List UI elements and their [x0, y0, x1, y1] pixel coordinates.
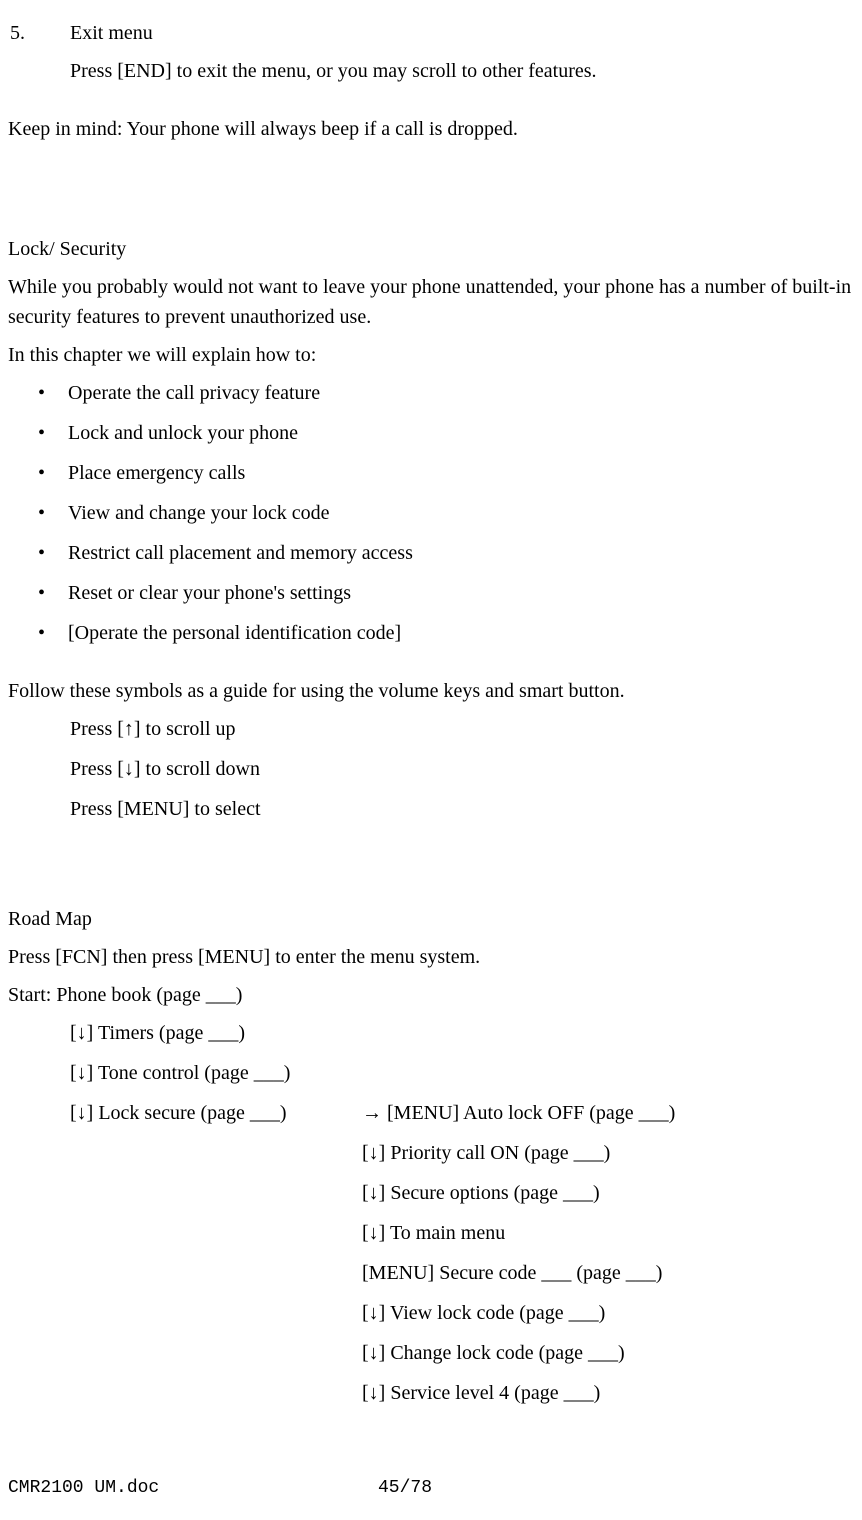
roadmap-instruction: Press [FCN] then press [MENU] to enter t…	[8, 942, 854, 972]
footer-filename: CMR2100 UM.doc	[8, 1475, 378, 1502]
roadmap-right-item: [↓] To main menu	[362, 1218, 854, 1248]
roadmap-heading: Road Map	[8, 904, 854, 934]
bullet-item: Restrict call placement and memory acces…	[8, 538, 854, 568]
keep-in-mind-note: Keep in mind: Your phone will always bee…	[8, 114, 854, 144]
step-title: Exit menu	[70, 18, 854, 48]
roadmap-left-item: [↓] Timers (page ___)	[70, 1018, 854, 1048]
bullet-item: Reset or clear your phone's settings	[8, 578, 854, 608]
step-5: 5. Exit menu Press [END] to exit the men…	[8, 18, 854, 86]
bullet-item: Lock and unlock your phone	[8, 418, 854, 448]
roadmap-left-item: [↓] Tone control (page ___)	[70, 1058, 854, 1088]
lock-security-heading: Lock/ Security	[8, 234, 854, 264]
bullet-item: Place emergency calls	[8, 458, 854, 488]
roadmap-right-item: → [MENU] Auto lock OFF (page ___)	[362, 1098, 854, 1128]
feature-bullet-list: Operate the call privacy feature Lock an…	[8, 378, 854, 648]
symbol-line: Press [↓] to scroll down	[70, 754, 854, 784]
lock-security-explain: In this chapter we will explain how to:	[8, 340, 854, 370]
footer-page-number: 45/78	[378, 1475, 432, 1502]
symbols-guide-list: Press [↑] to scroll up Press [↓] to scro…	[8, 714, 854, 824]
step-number: 5.	[8, 18, 70, 86]
roadmap-start: Start: Phone book (page ___)	[8, 980, 854, 1010]
symbols-guide-intro: Follow these symbols as a guide for usin…	[8, 676, 854, 706]
roadmap-right-item: [↓] View lock code (page ___)	[362, 1298, 854, 1328]
symbol-line: Press [↑] to scroll up	[70, 714, 854, 744]
symbol-line: Press [MENU] to select	[70, 794, 854, 824]
roadmap-right-item: [↓] Secure options (page ___)	[362, 1178, 854, 1208]
roadmap-row: [↓] Lock secure (page ___) → [MENU] Auto…	[70, 1098, 854, 1428]
roadmap-right-column: → [MENU] Auto lock OFF (page ___) [↓] Pr…	[362, 1098, 854, 1418]
roadmap-right-item: [MENU] Secure code ___ (page ___)	[362, 1258, 854, 1288]
bullet-item: View and change your lock code	[8, 498, 854, 528]
roadmap-tree: [↓] Timers (page ___) [↓] Tone control (…	[8, 1018, 854, 1428]
roadmap-right-item: [↓] Service level 4 (page ___)	[362, 1378, 854, 1408]
step-body: Press [END] to exit the menu, or you may…	[70, 56, 854, 86]
roadmap-left-item: [↓] Lock secure (page ___)	[70, 1098, 362, 1418]
roadmap-right-item: [↓] Change lock code (page ___)	[362, 1338, 854, 1368]
roadmap-right-item: [↓] Priority call ON (page ___)	[362, 1138, 854, 1168]
bullet-item: [Operate the personal identification cod…	[8, 618, 854, 648]
page-footer: CMR2100 UM.doc 45/78	[8, 1475, 854, 1502]
bullet-item: Operate the call privacy feature	[8, 378, 854, 408]
lock-security-intro: While you probably would not want to lea…	[8, 272, 854, 332]
step-content: Exit menu Press [END] to exit the menu, …	[70, 18, 854, 86]
